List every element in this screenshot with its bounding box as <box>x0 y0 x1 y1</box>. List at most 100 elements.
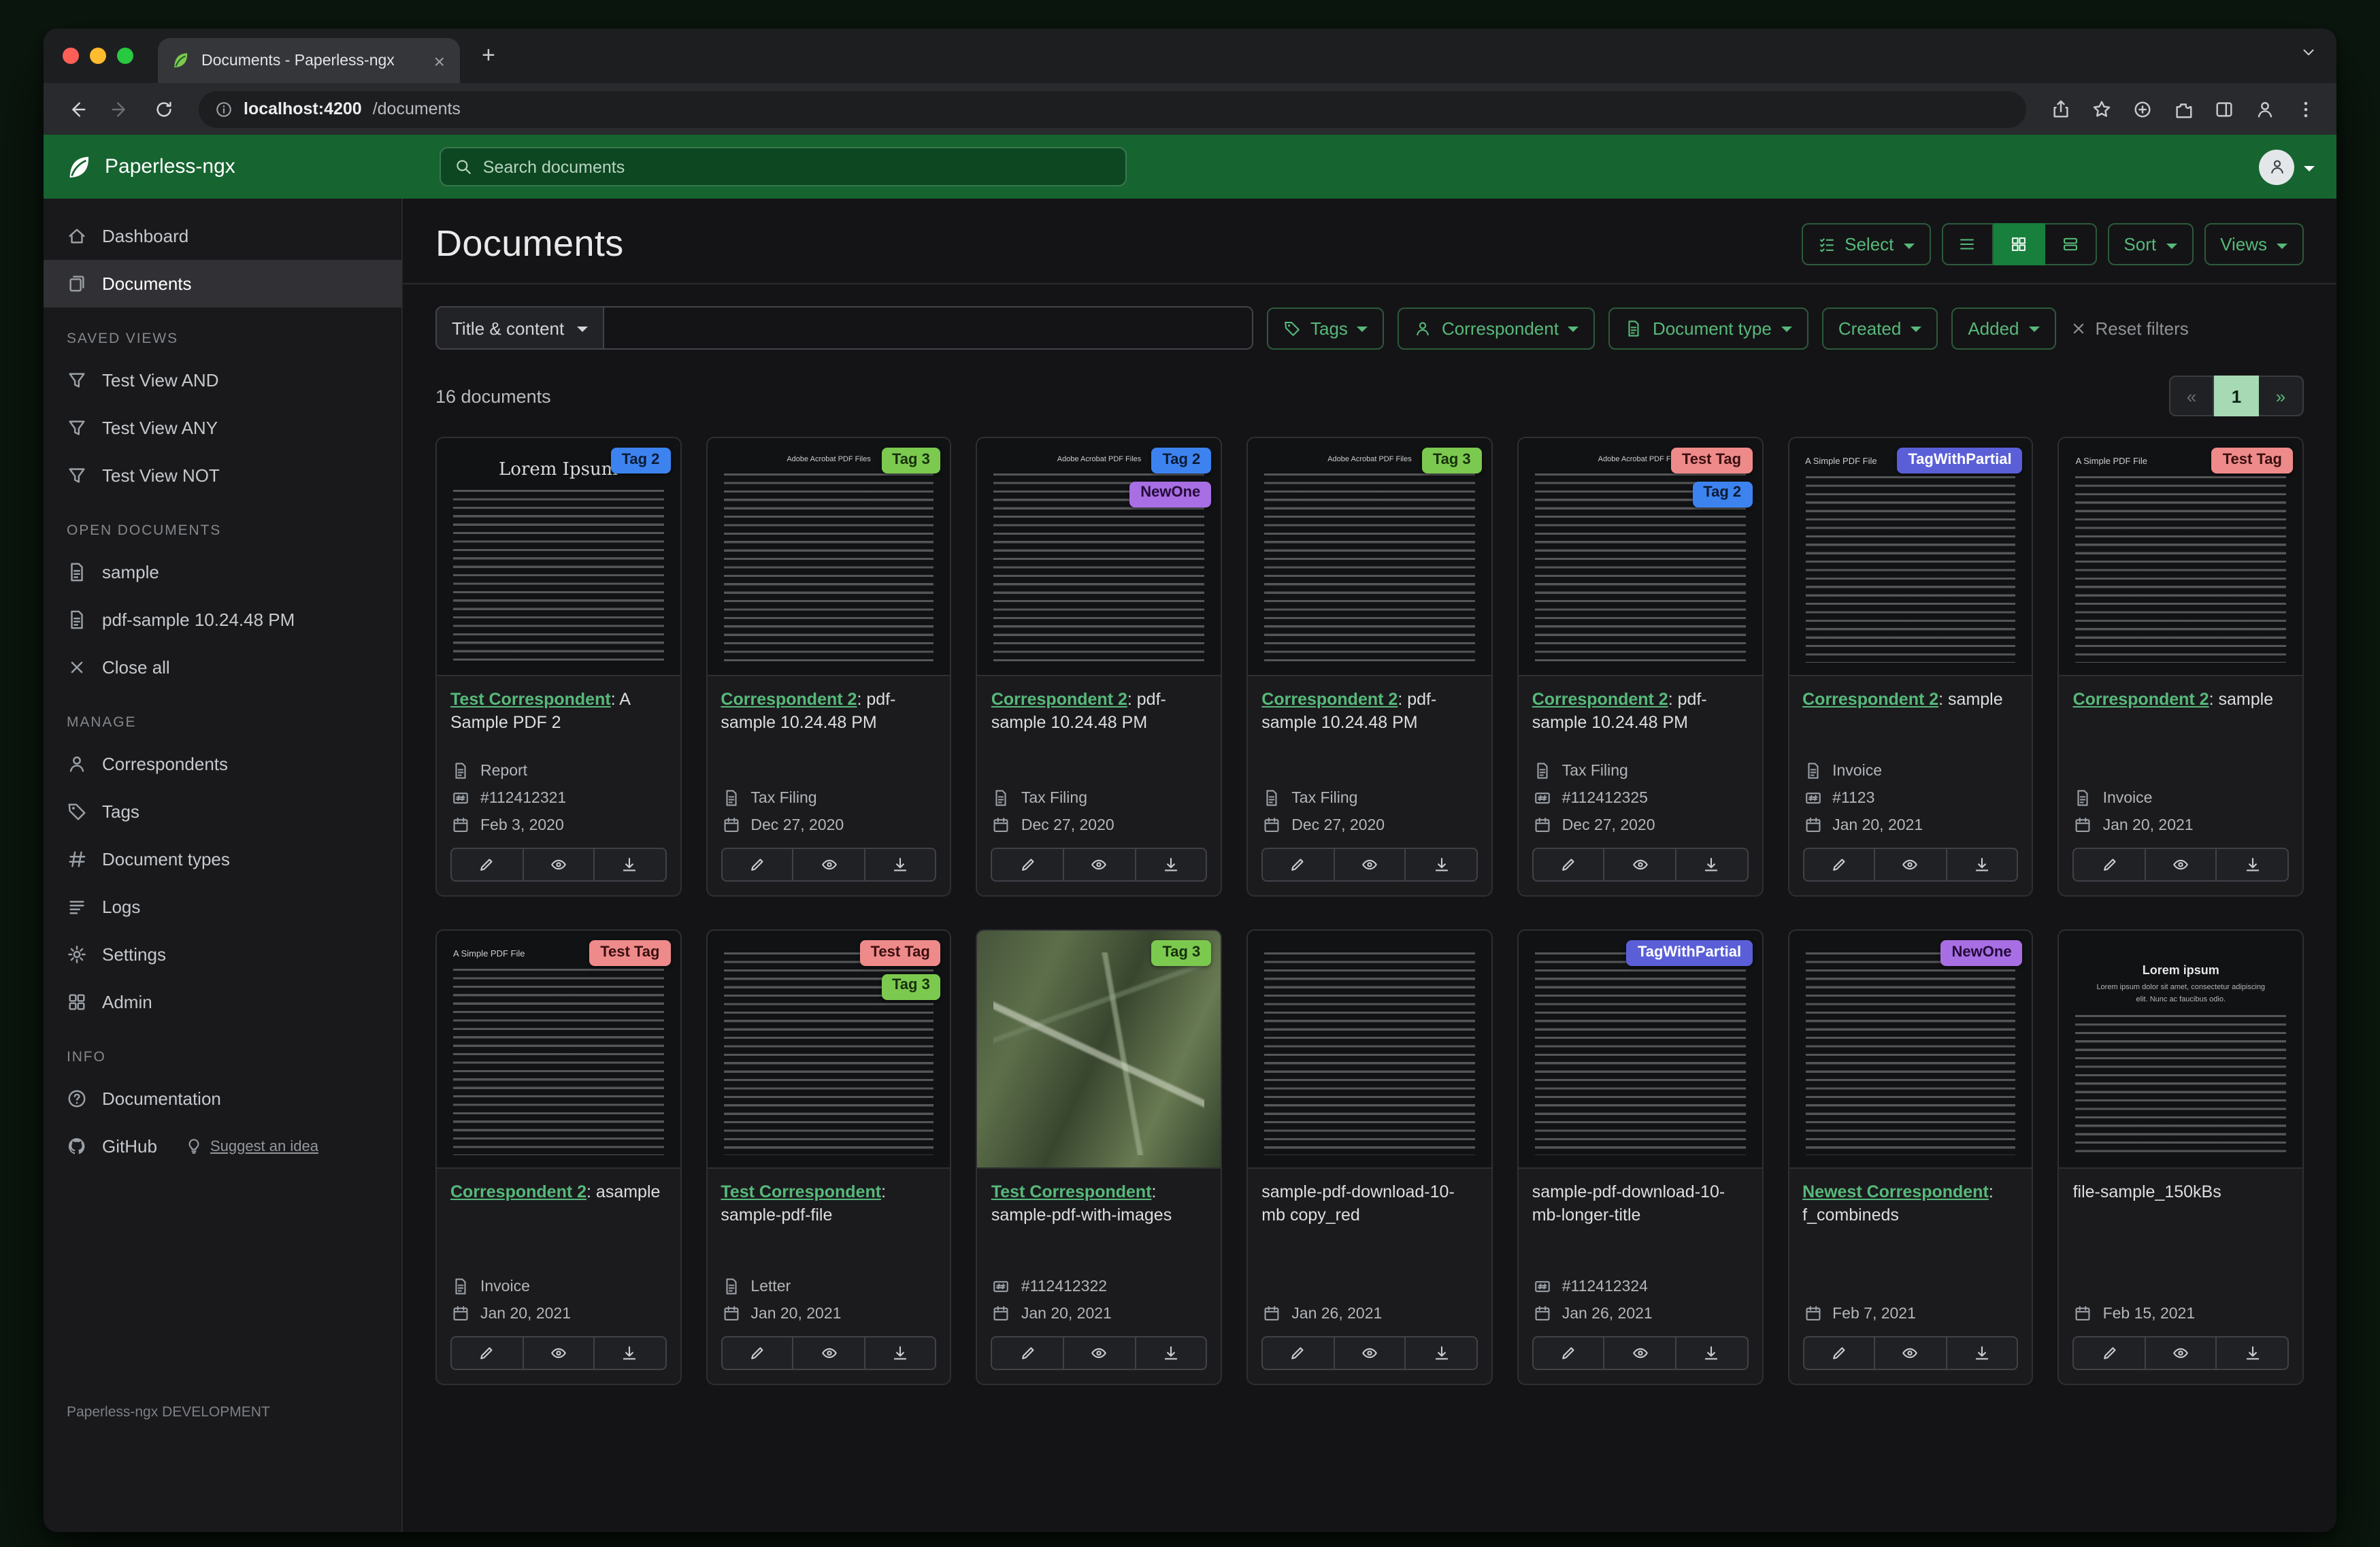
current-page-button[interactable]: 1 <box>2214 376 2259 416</box>
title-content-input[interactable] <box>604 306 1253 350</box>
tag-badge[interactable]: Test Tag <box>859 940 941 966</box>
download-document-button[interactable] <box>1136 848 1208 882</box>
document-title[interactable]: Correspondent 2: pdf-sample 10.24.48 PM <box>1532 688 1748 751</box>
sidebar-item-logs[interactable]: Logs <box>44 883 401 931</box>
sidebar-item-documentation[interactable]: Documentation <box>44 1075 401 1122</box>
correspondent-filter-button[interactable]: Correspondent <box>1398 307 1596 349</box>
document-thumbnail[interactable]: Test Tag Tag 3 <box>707 931 951 1169</box>
sidebar-item-dashboard[interactable]: Dashboard <box>44 212 401 260</box>
sidebar-item-settings[interactable]: Settings <box>44 931 401 978</box>
sidebar-item-test-view-and[interactable]: Test View AND <box>44 356 401 404</box>
view-document-button[interactable] <box>1604 848 1676 882</box>
correspondent-link[interactable]: Correspondent 2 <box>450 1182 586 1201</box>
download-document-button[interactable] <box>1406 848 1478 882</box>
document-title[interactable]: Correspondent 2: asample <box>450 1181 666 1244</box>
tag-badge[interactable]: Tag 2 <box>1151 448 1212 473</box>
document-thumbnail[interactable]: NewOne <box>1789 931 2032 1169</box>
edit-document-button[interactable] <box>1532 1336 1605 1370</box>
list-view-button[interactable] <box>1941 223 1994 265</box>
view-document-button[interactable] <box>1875 848 1947 882</box>
sidebar-item-tags[interactable]: Tags <box>44 788 401 835</box>
document-title[interactable]: Correspondent 2: sample <box>1802 688 2018 751</box>
document-card[interactable]: Tag 3 Test Correspondent: sample-pdf-wit… <box>976 929 1223 1385</box>
view-document-button[interactable] <box>793 1336 865 1370</box>
edit-document-button[interactable] <box>991 1336 1064 1370</box>
sidebar-item-admin[interactable]: Admin <box>44 978 401 1026</box>
document-card[interactable]: Adobe Acrobat PDF Files Tag 2 NewOne Corr… <box>976 437 1223 897</box>
download-document-button[interactable] <box>865 848 937 882</box>
sidebar-item-open-doc-pdf-sample[interactable]: pdf-sample 10.24.48 PM <box>44 596 401 644</box>
document-title[interactable]: Test Correspondent: A Sample PDF 2 <box>450 688 666 751</box>
download-document-button[interactable] <box>865 1336 937 1370</box>
edit-document-button[interactable] <box>721 1336 794 1370</box>
back-button[interactable] <box>57 90 95 128</box>
tag-badge[interactable]: Tag 3 <box>1151 940 1212 966</box>
download-document-button[interactable] <box>1406 1336 1478 1370</box>
added-filter-button[interactable]: Added <box>1951 307 2056 349</box>
correspondent-link[interactable]: Test Correspondent <box>721 1182 881 1201</box>
tag-badge[interactable]: Test Tag <box>1670 448 1753 473</box>
minimize-window-button[interactable] <box>90 48 106 64</box>
suggest-an-idea-link[interactable]: Suggest an idea <box>186 1137 318 1155</box>
page-info-icon[interactable] <box>215 100 233 118</box>
views-button[interactable]: Views <box>2204 223 2304 265</box>
document-card[interactable]: Lorem Ipsum Tag 2 Test Correspondent: A … <box>435 437 682 897</box>
view-document-button[interactable] <box>1604 1336 1676 1370</box>
document-title[interactable]: file-sample_150kBs <box>2073 1181 2289 1244</box>
details-view-button[interactable] <box>2045 223 2097 265</box>
view-document-button[interactable] <box>523 1336 595 1370</box>
close-window-button[interactable] <box>63 48 79 64</box>
document-thumbnail[interactable] <box>1248 931 1491 1169</box>
view-document-button[interactable] <box>2145 848 2217 882</box>
browser-profile-icon[interactable] <box>2247 91 2282 127</box>
tag-badge[interactable]: Tag 3 <box>881 974 941 999</box>
tag-badge[interactable]: Tag 2 <box>610 448 671 473</box>
document-card[interactable]: A Simple PDF File Test Tag Correspondent… <box>435 929 682 1385</box>
view-document-button[interactable] <box>2145 1336 2217 1370</box>
forward-button[interactable] <box>101 90 139 128</box>
edit-document-button[interactable] <box>450 848 524 882</box>
tag-badge[interactable]: Test Tag <box>2211 448 2293 473</box>
document-title[interactable]: sample-pdf-download-10-mb-longer-title <box>1532 1181 1748 1244</box>
sidebar-item-close-all[interactable]: Close all <box>44 644 401 691</box>
tab-close-icon[interactable]: × <box>431 51 448 70</box>
tag-badge[interactable]: Tag 3 <box>881 448 941 473</box>
sidebar-item-document-types[interactable]: Document types <box>44 835 401 883</box>
edit-document-button[interactable] <box>1261 848 1335 882</box>
bookmark-star-icon[interactable] <box>2083 91 2119 127</box>
edit-document-button[interactable] <box>2072 848 2146 882</box>
tag-badge[interactable]: Tag 2 <box>1692 481 1753 507</box>
document-thumbnail[interactable]: A Simple PDF File Test Tag <box>437 931 680 1169</box>
select-button[interactable]: Select <box>1801 223 1931 265</box>
edit-document-button[interactable] <box>1532 848 1605 882</box>
reload-button[interactable] <box>144 90 182 128</box>
download-document-button[interactable] <box>1947 848 2019 882</box>
global-search[interactable] <box>439 147 1127 186</box>
document-thumbnail[interactable]: Adobe Acrobat PDF Files Tag 3 <box>1248 438 1491 676</box>
sidebar-item-test-view-any[interactable]: Test View ANY <box>44 404 401 452</box>
grid-view-button[interactable] <box>1993 223 2045 265</box>
edit-document-button[interactable] <box>450 1336 524 1370</box>
download-document-button[interactable] <box>2217 1336 2289 1370</box>
correspondent-link[interactable]: Correspondent 2 <box>1261 690 1398 709</box>
correspondent-link[interactable]: Newest Correspondent <box>1802 1182 1989 1201</box>
tags-filter-button[interactable]: Tags <box>1267 307 1385 349</box>
user-menu[interactable] <box>2259 149 2315 184</box>
zoom-window-button[interactable] <box>117 48 133 64</box>
document-thumbnail[interactable]: A Simple PDF File TagWithPartial <box>1789 438 2032 676</box>
browser-tab[interactable]: Documents - Paperless-ngx × <box>158 38 460 83</box>
edit-document-button[interactable] <box>991 848 1064 882</box>
view-document-button[interactable] <box>1064 1336 1136 1370</box>
view-document-button[interactable] <box>1875 1336 1947 1370</box>
tag-badge[interactable]: NewOne <box>1940 940 2023 966</box>
document-card[interactable]: Lorem ipsum Lorem ipsum dolor sit amet, … <box>2057 929 2304 1385</box>
edit-document-button[interactable] <box>1802 1336 1876 1370</box>
document-title[interactable]: Test Correspondent: sample-pdf-with-imag… <box>991 1181 1207 1244</box>
edit-document-button[interactable] <box>721 848 794 882</box>
tag-badge[interactable]: NewOne <box>1129 481 1212 507</box>
document-thumbnail[interactable]: TagWithPartial <box>1518 931 1762 1169</box>
document-title[interactable]: Correspondent 2: pdf-sample 10.24.48 PM <box>991 688 1207 751</box>
document-thumbnail[interactable]: Tag 3 <box>977 931 1221 1169</box>
side-panel-icon[interactable] <box>2206 91 2241 127</box>
document-thumbnail[interactable]: Adobe Acrobat PDF Files Tag 2 NewOne <box>977 438 1221 676</box>
